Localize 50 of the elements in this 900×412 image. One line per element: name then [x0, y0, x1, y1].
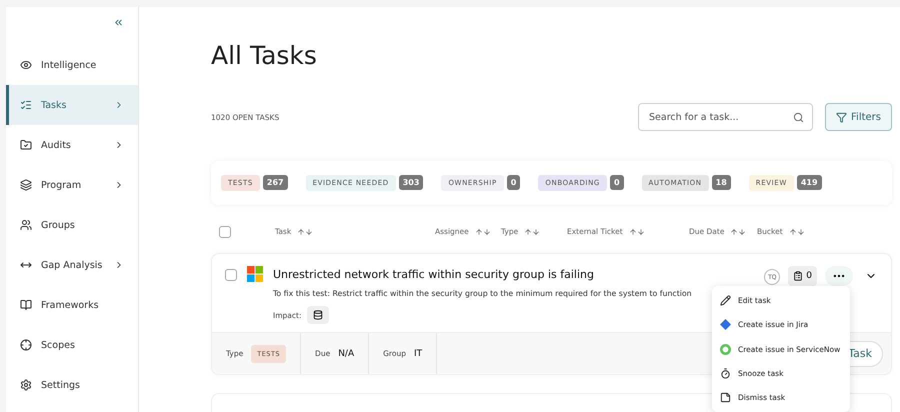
sidebar-item[interactable]: Tasks	[6, 85, 138, 125]
evidence-button[interactable]: 0	[788, 266, 817, 286]
category-count: 419	[796, 175, 822, 190]
list-icon	[20, 99, 32, 111]
task-title[interactable]: Unrestricted network traffic within security group is failing	[273, 268, 754, 282]
sidebar-item[interactable]: Scopes	[6, 325, 138, 365]
sidebar-item[interactable]: Groups	[6, 205, 138, 245]
sort-icon[interactable]	[297, 228, 314, 236]
crosshair-icon	[20, 339, 32, 351]
search-field[interactable]: Search for a task...	[638, 103, 814, 131]
sort-icon[interactable]	[730, 228, 746, 236]
ring-icon	[720, 344, 731, 354]
sidebar-item[interactable]: Audits	[6, 125, 138, 165]
sort-icon[interactable]	[788, 228, 805, 236]
folder-icon	[20, 139, 32, 151]
sidebar-item[interactable]: Frameworks	[6, 285, 138, 325]
search-icon	[793, 112, 804, 122]
sort-icon[interactable]	[628, 228, 645, 236]
category-count: 0	[610, 175, 624, 190]
clipboard-icon	[793, 271, 804, 282]
row-checkbox[interactable]	[225, 269, 237, 282]
select-all-checkbox[interactable]	[219, 226, 231, 238]
sidebar-item[interactable]: Intelligence	[6, 45, 138, 85]
filter-icon	[836, 112, 848, 122]
page-title: All Tasks	[211, 41, 318, 70]
timer-icon	[720, 368, 731, 379]
category-count: 0	[506, 175, 520, 190]
diamond-icon	[720, 319, 731, 330]
users-icon	[20, 219, 32, 231]
sidebar-item[interactable]: Settings	[6, 365, 138, 405]
eye-icon	[20, 59, 32, 71]
sidebar-item[interactable]: Gap Analysis	[6, 245, 138, 285]
category-count: 18	[712, 175, 731, 190]
windows-logo-icon	[247, 266, 263, 282]
gear-icon	[20, 379, 32, 391]
sidebar-item[interactable]: Program	[6, 165, 138, 205]
due-value: N/A	[338, 348, 354, 359]
collapse-icon[interactable]	[113, 17, 124, 28]
more-button[interactable]	[825, 266, 853, 286]
note-icon	[720, 392, 731, 404]
layers-icon	[20, 179, 32, 191]
sort-icon[interactable]	[524, 228, 540, 236]
sort-icon[interactable]	[474, 228, 491, 236]
filters-button[interactable]: Filters	[825, 103, 892, 131]
group-value: IT	[414, 348, 422, 359]
category-count: 303	[398, 175, 424, 190]
book-icon	[20, 299, 32, 311]
database-icon	[307, 306, 330, 324]
category-count: 267	[262, 175, 288, 190]
pencil-icon	[720, 294, 731, 306]
